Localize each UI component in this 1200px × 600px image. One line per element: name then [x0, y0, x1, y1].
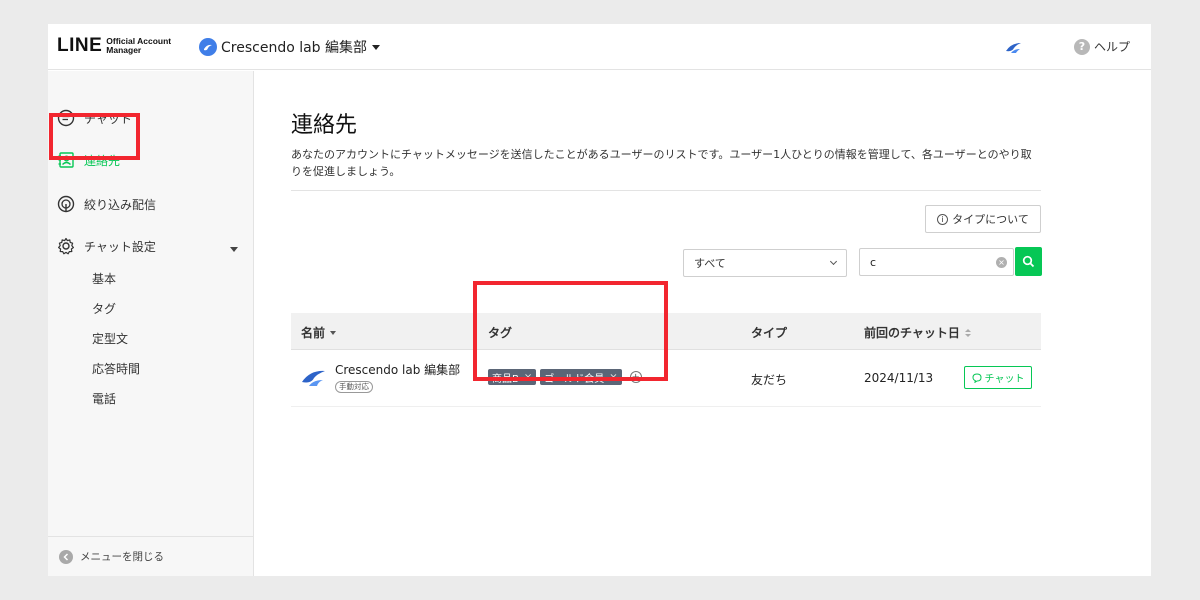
column-label: タイプ: [751, 326, 788, 340]
last-chat-date: 2024/11/13: [864, 371, 934, 385]
logo-main-text: LINE: [57, 35, 103, 56]
manual-response-badge: 手動対応: [335, 381, 373, 393]
clear-search-icon[interactable]: ×: [996, 257, 1007, 268]
info-icon: i: [937, 213, 949, 225]
help-label: ヘルプ: [1094, 40, 1131, 54]
sidebar-item-chat-settings[interactable]: チャット設定: [56, 236, 156, 256]
search-input[interactable]: [859, 248, 1014, 276]
page-description: あなたのアカウントにチャットメッセージを送信したことがあるユーザーのリストです。…: [291, 148, 1032, 178]
sidebar-footer: メニューを閉じる: [48, 536, 253, 576]
contact-avatar: [301, 367, 327, 391]
type-info-button[interactable]: i タイプについて: [925, 205, 1041, 233]
column-label: 前回のチャット日: [864, 326, 960, 340]
top-header: LINE Official Account Manager Crescendo …: [48, 24, 1151, 70]
column-name[interactable]: 名前: [301, 324, 337, 341]
help-link[interactable]: ? ヘルプ: [1074, 38, 1130, 55]
type-info-label: タイプについて: [952, 213, 1029, 226]
chat-button[interactable]: チャット: [964, 366, 1032, 389]
highlight-tags-box: [473, 281, 668, 381]
contact-name[interactable]: Crescendo lab 編集部: [335, 361, 460, 378]
sidebar-subitem-phone[interactable]: 電話: [92, 390, 116, 407]
sidebar-item-broadcast[interactable]: 絞り込み配信: [56, 194, 156, 214]
sidebar-subitem-hours[interactable]: 応答時間: [92, 360, 140, 377]
column-label: 名前: [301, 326, 326, 340]
close-menu-label: メニューを閉じる: [80, 551, 164, 563]
sidebar-subitem-tags[interactable]: タグ: [92, 300, 116, 317]
page-title: 連絡先: [291, 113, 358, 138]
contact-type: 友だち: [751, 373, 788, 387]
type-filter-select[interactable]: すべて: [683, 249, 847, 277]
account-name: Crescendo lab 編集部: [221, 40, 368, 56]
crescendo-logo-icon: [204, 44, 212, 51]
caret-down-icon: [372, 44, 381, 50]
account-avatar: [199, 38, 217, 56]
search-button[interactable]: [1015, 247, 1042, 276]
broadcast-icon: [56, 194, 76, 214]
line-oam-logo[interactable]: LINE Official Account Manager: [57, 36, 171, 56]
sidebar-item-label: 絞り込み配信: [84, 197, 157, 212]
close-menu-button[interactable]: メニューを閉じる: [59, 549, 164, 564]
sidebar-item-label: チャット設定: [84, 239, 156, 254]
gear-icon: [56, 236, 76, 256]
expand-caret-icon[interactable]: [230, 247, 238, 252]
app-window: LINE Official Account Manager Crescendo …: [48, 24, 1151, 576]
sort-down-icon: [330, 330, 337, 335]
column-last-chat[interactable]: 前回のチャット日: [864, 324, 971, 341]
divider: [291, 190, 1041, 191]
logo-sub-line2: Manager: [106, 45, 142, 55]
column-type: タイプ: [751, 324, 787, 341]
sidebar-subitem-templates[interactable]: 定型文: [92, 330, 128, 347]
sort-icon: [964, 328, 971, 337]
question-icon: ?: [1074, 38, 1090, 55]
search-icon: [1022, 255, 1035, 268]
sidebar-subitem-basic[interactable]: 基本: [92, 270, 116, 287]
chevron-down-icon: [829, 257, 838, 266]
brand-account-icon[interactable]: [1005, 39, 1023, 58]
chat-bubble-icon: [972, 372, 982, 383]
logo-sub-text: Official Account Manager: [106, 37, 171, 55]
filter-selected-value: すべて: [694, 257, 726, 270]
account-switcher[interactable]: Crescendo lab 編集部: [199, 37, 381, 57]
chevron-left-icon: [59, 549, 73, 564]
highlight-contacts-box: [49, 113, 140, 160]
chat-button-label: チャット: [984, 374, 1025, 385]
